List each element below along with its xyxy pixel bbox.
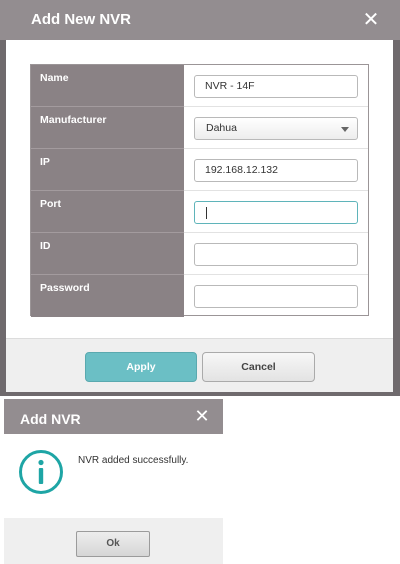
dialog-footer: Apply Cancel: [6, 338, 393, 392]
info-icon: [19, 450, 63, 494]
manufacturer-select[interactable]: Dahua: [194, 117, 358, 140]
name-label: Name: [40, 72, 69, 84]
form-row-id: ID: [31, 233, 368, 275]
field-label-cell: Port: [31, 191, 184, 233]
chevron-down-icon: [341, 127, 349, 132]
dialog-title: Add New NVR: [31, 11, 132, 28]
id-input[interactable]: [194, 243, 358, 266]
field-label-cell: ID: [31, 233, 184, 275]
field-value-cell: [184, 233, 368, 275]
port-input[interactable]: [194, 201, 358, 224]
nvr-form: Name NVR - 14F Manufacturer Dahua IP 192…: [30, 64, 369, 317]
close-icon[interactable]: ✕: [360, 9, 382, 31]
port-label: Port: [40, 198, 61, 210]
text-caret: [206, 207, 207, 219]
form-row-port: Port: [31, 191, 368, 233]
field-label-cell: Name: [31, 65, 184, 107]
field-value-cell: NVR - 14F: [184, 65, 368, 107]
ip-input[interactable]: 192.168.12.132: [194, 159, 358, 182]
success-message: NVR added successfully.: [78, 455, 189, 466]
manufacturer-label: Manufacturer: [40, 114, 107, 126]
ip-label: IP: [40, 156, 50, 168]
field-label-cell: IP: [31, 149, 184, 191]
field-value-cell: 192.168.12.132: [184, 149, 368, 191]
dialog-title: Add NVR: [20, 411, 81, 427]
form-row-ip: IP 192.168.12.132: [31, 149, 368, 191]
dialog-titlebar: Add NVR ✕: [4, 399, 223, 434]
password-label: Password: [40, 282, 90, 294]
name-input[interactable]: NVR - 14F: [194, 75, 358, 98]
ok-button[interactable]: Ok: [76, 531, 150, 557]
dialog-body: Name NVR - 14F Manufacturer Dahua IP 192…: [6, 40, 393, 338]
apply-button[interactable]: Apply: [85, 352, 197, 382]
dialog-titlebar: Add New NVR ✕: [0, 0, 400, 40]
field-value-cell: [184, 191, 368, 233]
password-input[interactable]: [194, 285, 358, 308]
form-row-password: Password: [31, 275, 368, 317]
field-value-cell: [184, 275, 368, 317]
field-label-cell: Manufacturer: [31, 107, 184, 149]
dialog-footer: Ok: [4, 518, 223, 564]
form-row-name: Name NVR - 14F: [31, 65, 368, 107]
add-nvr-result-dialog: Add NVR ✕ NVR added successfully. Ok: [0, 399, 223, 564]
manufacturer-selected-value: Dahua: [206, 122, 237, 134]
cancel-button[interactable]: Cancel: [202, 352, 315, 382]
add-nvr-dialog: Add New NVR ✕ Name NVR - 14F Manufacture…: [0, 0, 400, 396]
id-label: ID: [40, 240, 51, 252]
field-label-cell: Password: [31, 275, 184, 317]
form-row-manufacturer: Manufacturer Dahua: [31, 107, 368, 149]
close-icon[interactable]: ✕: [192, 406, 212, 426]
field-value-cell: Dahua: [184, 107, 368, 149]
